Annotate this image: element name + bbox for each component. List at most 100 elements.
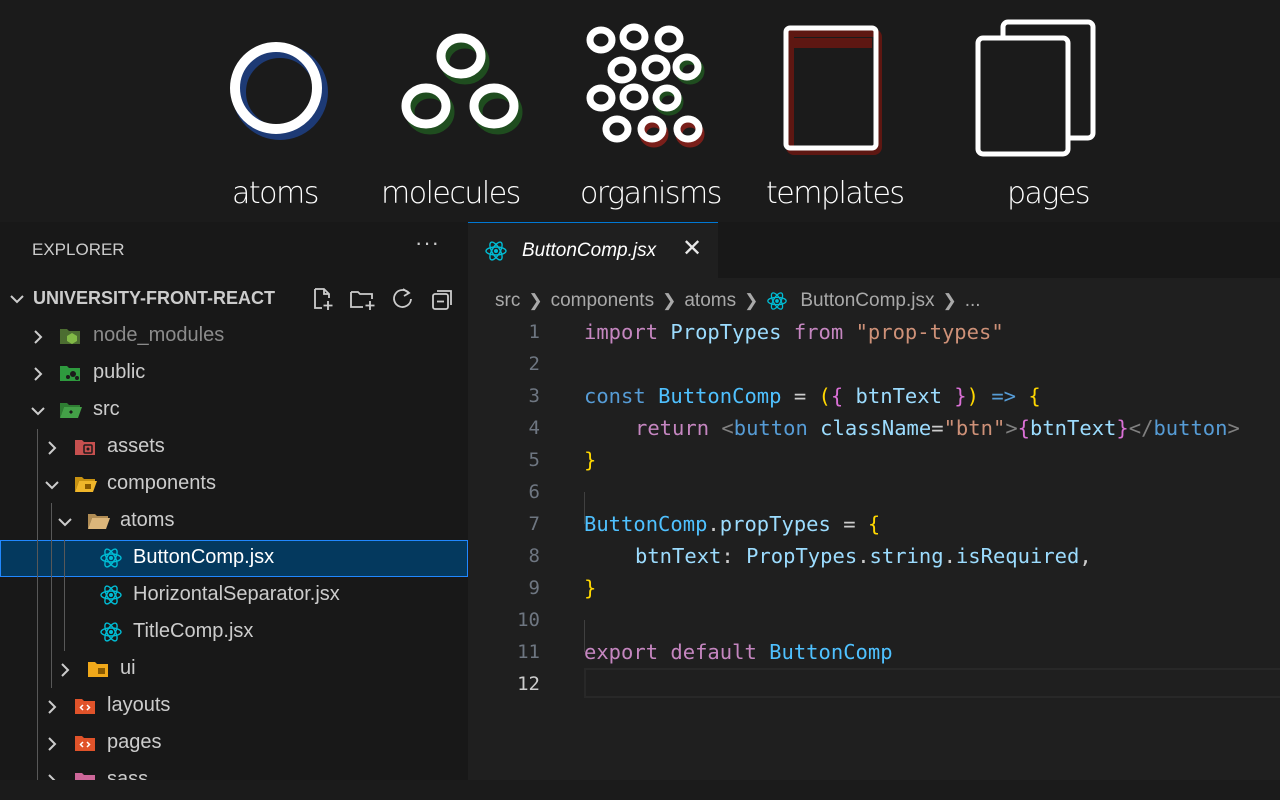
react-icon [485,241,507,261]
breadcrumb-item-src[interactable]: src [495,290,520,312]
tree-item-label: ui [120,657,136,679]
line-number: 12 [517,673,540,695]
ui-folder-icon [88,662,108,677]
editor-panel: ButtonComp.jsx ✕ src ❯ components ❯ atom… [468,222,1280,780]
chevron-right-icon [61,663,70,677]
tree-item-label: layouts [107,694,171,716]
sass-folder-icon [75,773,95,780]
tree-item-sass[interactable]: sass [0,762,468,780]
tree-item-label: TitleComp.jsx [133,620,254,642]
code-text: btnText: PropTypes.string.isRequired, [635,544,1092,568]
refresh-icon[interactable] [390,286,416,312]
chevron-right-icon: ❯ [528,291,543,310]
breadcrumb-item-atoms[interactable]: atoms [684,290,736,312]
more-actions-button[interactable]: ··· [415,230,440,256]
line-number: 1 [528,321,540,343]
current-line-highlight [584,668,1280,698]
chevron-down-icon [10,295,24,304]
breadcrumb-item-symbols[interactable]: ... [965,290,981,312]
chevron-right-icon [48,774,56,780]
tree-item-horizontalseparator-jsx[interactable]: HorizontalSeparator.jsx [0,577,468,614]
atomic-design-banner: atoms molecules organisms templates page… [0,0,1280,222]
indent-guide [64,577,65,614]
src-folder-icon [60,403,82,418]
public-folder-icon [60,366,80,381]
breadcrumb-item-file[interactable]: ButtonComp.jsx [800,290,934,312]
pages-folder-icon [75,736,95,751]
tree-item-label: sass [107,768,149,780]
tree-item-src[interactable]: src [0,392,468,429]
tree-item-pages[interactable]: pages [0,725,468,762]
chevron-right-icon [34,367,43,381]
tree-item-node-modules[interactable]: node_modules [0,318,468,355]
organism-cells-icon [586,23,705,148]
chevron-right-icon [48,737,57,751]
indent-guide [37,651,38,688]
indent-guide [51,614,52,651]
code-text: return <button className="btn">{btnText}… [635,416,1240,440]
indent-guide [64,540,65,577]
explorer-title: EXPLORER [32,240,125,259]
project-title: UNIVERSITY-FRONT-REACT [33,288,276,308]
breadcrumb: src ❯ components ❯ atoms ❯ ButtonComp.js… [495,288,981,314]
line-number: 3 [528,385,540,407]
tree-item-layouts[interactable]: layouts [0,688,468,725]
atom-circle-icon [230,42,328,140]
stage-label-organisms: organisms [580,176,722,211]
explorer-panel: EXPLORER ··· UNIVERSITY-FRONT-REACT node… [0,222,468,780]
indent-guide [37,762,38,780]
code-text: ButtonComp.propTypes = { [584,512,881,536]
react-icon [100,548,122,568]
assets-folder-icon [75,440,95,455]
tree-item-public[interactable]: public [0,355,468,392]
stage-label-pages: pages [1007,176,1091,211]
breadcrumb-item-components[interactable]: components [551,290,655,312]
tree-item-ui[interactable]: ui [0,651,468,688]
stage-label-molecules: molecules [381,176,521,211]
indent-guide [51,651,52,688]
code-line: 7 ButtonComp.propTypes = { [468,508,1280,540]
tree-item-titlecomp-jsx[interactable]: TitleComp.jsx [0,614,468,651]
code-line-current: 12 [468,668,1280,700]
code-text: } [584,576,597,600]
tree-item-label: public [93,361,146,383]
indent-guide [51,540,52,577]
tree-item-label: src [93,398,120,420]
tree-item-label: pages [107,731,162,753]
code-line: 10 [468,604,1280,636]
tree-item-label: components [107,472,216,494]
new-file-icon[interactable] [310,286,336,312]
indent-guide [37,540,38,577]
code-text: export default ButtonComp [584,640,893,664]
indent-guide [51,577,52,614]
chevron-down-icon [31,407,45,416]
code-text: } [584,448,597,472]
molecule-rings-icon [401,33,523,135]
new-folder-icon[interactable] [349,286,377,312]
close-tab-button[interactable]: ✕ [682,237,702,261]
tree-item-assets[interactable]: assets [0,429,468,466]
code-line: 2 [468,348,1280,380]
chevron-down-icon [58,518,72,527]
tab-buttoncomp-jsx[interactable]: ButtonComp.jsx ✕ [468,222,718,278]
indent-guide [37,614,38,651]
code-line: 1 import PropTypes from "prop-types" [468,316,1280,348]
tree-item-components[interactable]: components [0,466,468,503]
line-number: 7 [528,513,540,535]
tree-item-label: HorizontalSeparator.jsx [133,583,340,605]
tree-item-label: atoms [120,509,175,531]
tree-item-buttoncomp-jsx[interactable]: ButtonComp.jsx [0,540,468,577]
tree-item-label: node_modules [93,324,225,346]
stage-label-atoms: atoms [232,176,319,211]
code-line: 8 btnText: PropTypes.string.isRequired, [468,540,1280,572]
code-line: 9 } [468,572,1280,604]
chevron-right-icon [48,700,57,714]
template-page-icon [783,25,882,155]
project-section-header[interactable]: UNIVERSITY-FRONT-REACT [0,284,468,314]
collapse-all-icon[interactable] [430,286,456,312]
indent-guide [37,577,38,614]
tree-item-atoms[interactable]: atoms [0,503,468,540]
stacked-pages-icon [975,19,1096,157]
code-line: 11 export default ButtonComp [468,636,1280,668]
indent-guide [37,503,38,540]
